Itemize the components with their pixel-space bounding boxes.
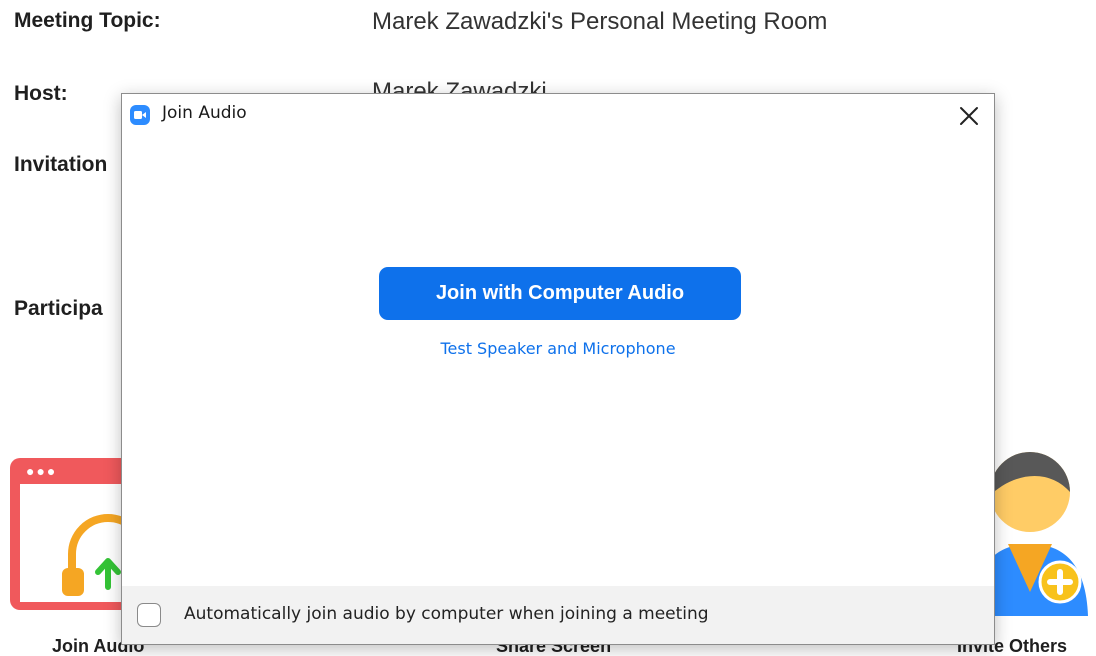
test-speaker-microphone-link[interactable]: Test Speaker and Microphone xyxy=(122,339,994,358)
dialog-footer: Automatically join audio by computer whe… xyxy=(122,586,994,644)
auto-join-checkbox[interactable] xyxy=(137,603,161,627)
meeting-topic-value: Marek Zawadzki's Personal Meeting Room xyxy=(372,8,828,35)
close-icon xyxy=(960,107,978,125)
join-computer-audio-button[interactable]: Join with Computer Audio xyxy=(379,267,741,320)
close-button[interactable] xyxy=(952,99,986,133)
dialog-title: Join Audio xyxy=(162,103,247,123)
join-audio-dialog: Join Audio Join with Computer Audio Test… xyxy=(121,93,995,645)
host-label: Host: xyxy=(14,82,68,105)
video-camera-icon xyxy=(134,111,146,119)
zoom-app-icon xyxy=(130,105,150,125)
meeting-window: Meeting Topic: Marek Zawadzki's Personal… xyxy=(0,0,1096,656)
auto-join-label[interactable]: Automatically join audio by computer whe… xyxy=(184,604,709,624)
dialog-title-bar: Join Audio xyxy=(122,94,994,136)
participant-label: Participa xyxy=(14,297,103,320)
invitation-label: Invitation xyxy=(14,153,108,176)
meeting-topic-label: Meeting Topic: xyxy=(14,9,161,32)
window-dots-icon: ●●● xyxy=(26,463,58,479)
